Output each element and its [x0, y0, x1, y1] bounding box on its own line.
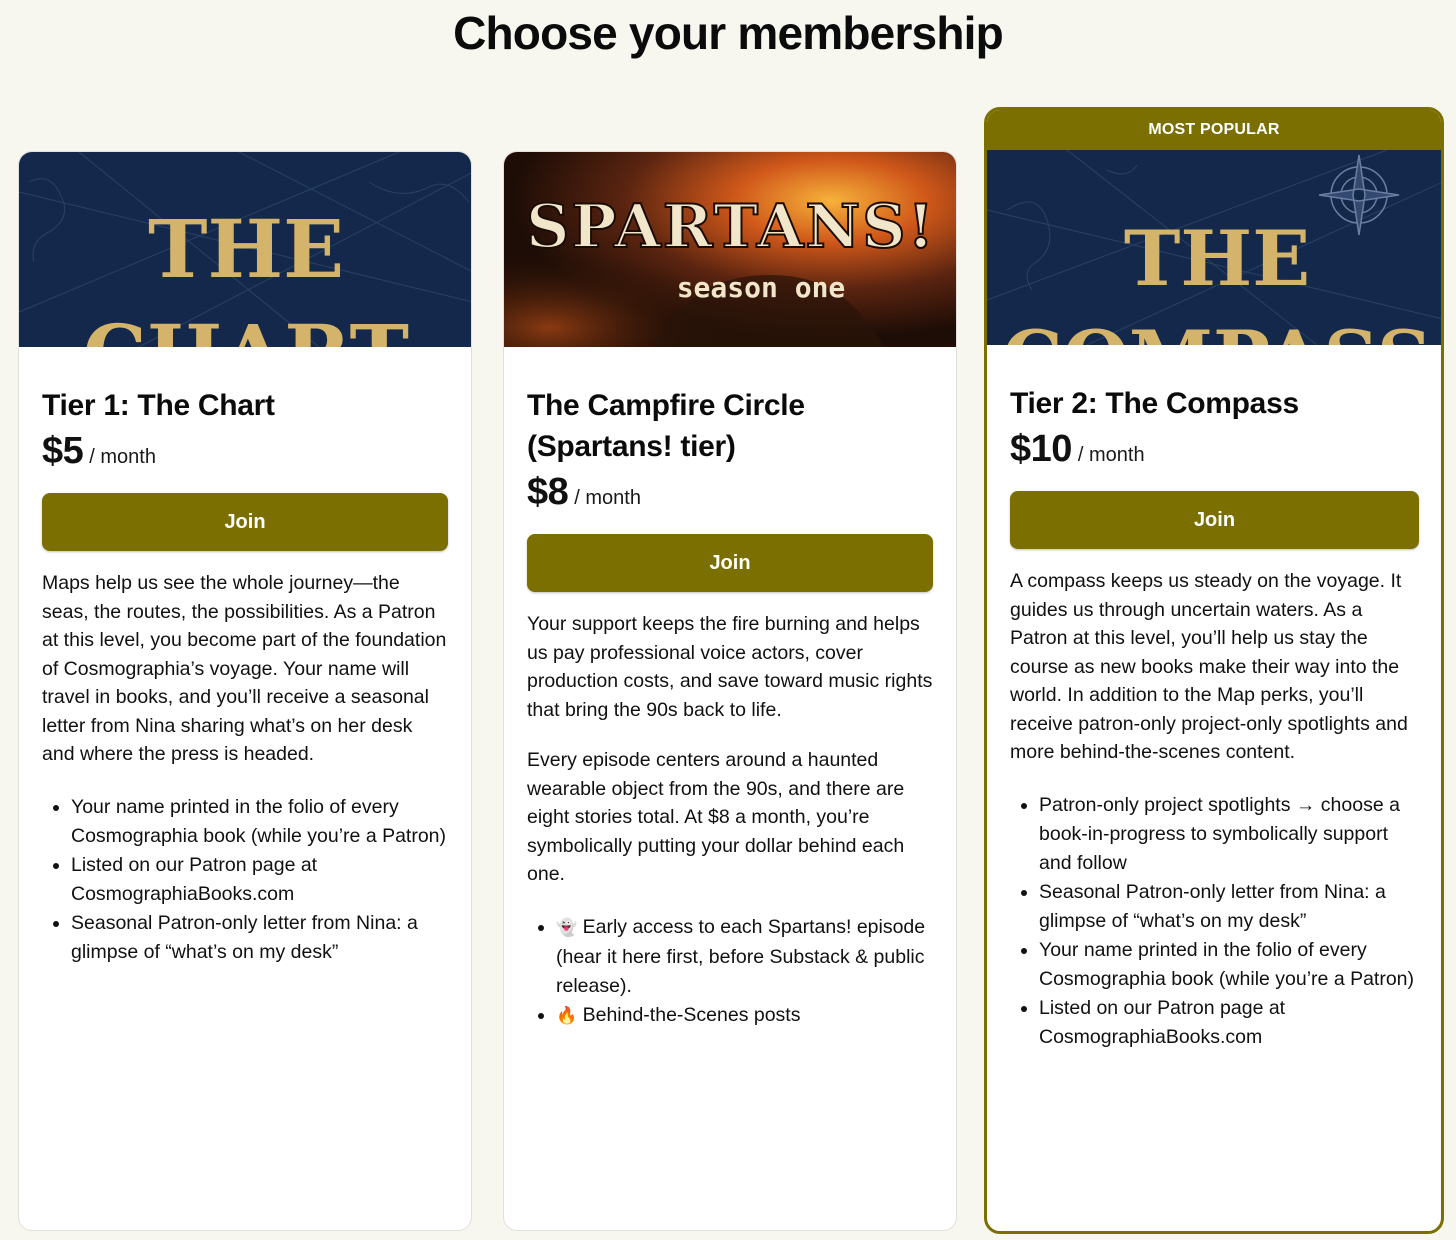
cover-title-line-1: THE — [148, 202, 344, 296]
perk-item: Listed on our Patron page at Cosmographi… — [71, 851, 448, 909]
tier-cover-image: SPARTANS! season one — [504, 152, 956, 347]
cover-title-line-2: CHART — [83, 307, 409, 347]
tier-name: Tier 1: The Chart — [42, 389, 275, 422]
join-button-compass[interactable]: Join — [1010, 491, 1419, 549]
tier-card-chart: THE CHART Tier 1: The Chart $5 / month J… — [18, 151, 472, 1231]
perk-list: 👻 Early access to each Spartans! episode… — [527, 913, 933, 1031]
perk-item: Patron-only project spotlights → choose … — [1039, 791, 1419, 878]
join-button-chart[interactable]: Join — [42, 493, 448, 551]
perk-item: Your name printed in the folio of every … — [71, 793, 448, 851]
tier-card-compass: MOST POPULAR THE COMPASS Tier 2: The Com… — [984, 107, 1444, 1234]
tier-cover-image: THE COMPASS — [987, 150, 1441, 345]
perk-item: Your name printed in the folio of every … — [1039, 936, 1419, 994]
cover-title-line-2: COMPASS — [1002, 314, 1432, 345]
perk-list: Patron-only project spotlights → choose … — [1010, 791, 1419, 1052]
page-title: Choose your membership — [453, 7, 1004, 59]
perk-item: 🔥 Behind-the-Scenes posts — [556, 1001, 933, 1031]
tier-card-campfire: SPARTANS! season one The Campfire Circle… — [503, 151, 957, 1231]
tier-name: Tier 2: The Compass — [1010, 387, 1299, 420]
tier-price: $5 — [42, 430, 84, 472]
most-popular-banner: MOST POPULAR — [987, 110, 1441, 150]
cover-title-line-1: SPARTANS! — [526, 192, 936, 262]
perk-item: Seasonal Patron-only letter from Nina: a… — [71, 909, 448, 967]
perk-item: Listed on our Patron page at Cosmographi… — [1039, 994, 1419, 1052]
tier-price: $8 — [527, 471, 569, 513]
tier-period: / month — [89, 446, 156, 468]
tier-description: Every episode centers around a haunted w… — [527, 749, 905, 885]
tier-period: / month — [1077, 444, 1145, 466]
tier-name: The Campfire Circle (Spartans! tier) — [527, 389, 805, 463]
tier-period: / month — [574, 487, 641, 509]
perk-item: Seasonal Patron-only letter from Nina: a… — [1039, 878, 1419, 936]
cover-title-line-1: THE — [1124, 214, 1310, 303]
join-button-campfire[interactable]: Join — [527, 534, 933, 592]
tier-cover-image: THE CHART — [19, 152, 471, 347]
perk-text: Early access to each Spartans! episode (… — [556, 915, 926, 997]
cover-subtitle: season one — [677, 271, 846, 304]
ghost-icon: 👻 — [556, 917, 578, 938]
tier-price: $10 — [1010, 428, 1072, 470]
tier-description: Your support keeps the fire burning and … — [527, 613, 933, 721]
perk-item: 👻 Early access to each Spartans! episode… — [556, 913, 933, 1001]
tier-description: A compass keeps us steady on the voyage.… — [1010, 570, 1408, 763]
perk-list: Your name printed in the folio of every … — [42, 793, 448, 967]
perk-text: Behind-the-Scenes posts — [582, 1003, 801, 1026]
fire-icon: 🔥 — [556, 1005, 578, 1026]
tier-description: Maps help us see the whole journey—the s… — [42, 572, 447, 765]
